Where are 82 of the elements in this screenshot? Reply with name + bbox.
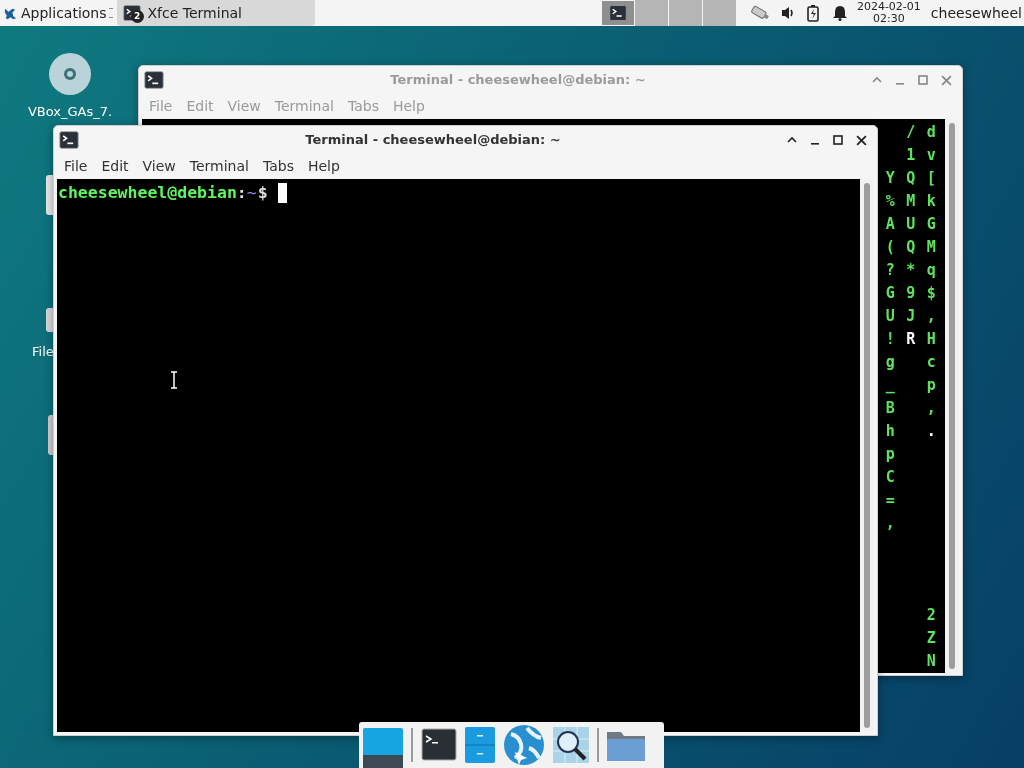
icon-label: File — [32, 344, 54, 360]
window-title: Terminal - cheesewheel@debian: ~ — [304, 131, 562, 150]
matrix-glyph: 2 — [926, 605, 936, 626]
maximize-icon[interactable] — [833, 135, 843, 145]
menu-item[interactable]: File — [58, 156, 94, 177]
matrix-glyph: M — [926, 237, 936, 258]
desktop-icon[interactable] — [363, 728, 403, 768]
prompt-user: cheesewheel@debian — [58, 182, 237, 204]
matrix-glyph: . — [926, 421, 936, 442]
terminal-icon[interactable] — [421, 728, 457, 762]
file-cabinet-icon[interactable] — [465, 727, 495, 763]
matrix-glyph: p — [926, 375, 936, 396]
menu-item[interactable]: Help — [301, 156, 346, 177]
workspace-button[interactable] — [600, 0, 635, 26]
matrix-glyph: , — [885, 513, 895, 534]
magnifier-icon[interactable] — [553, 727, 589, 763]
folder-icon[interactable] — [607, 729, 645, 761]
prompt-path: ~ — [246, 182, 257, 204]
matrix-glyph: = — [885, 490, 895, 511]
matrix-glyph: v — [926, 145, 936, 166]
scrollbar-thumb[interactable] — [864, 183, 870, 728]
matrix-glyph: , — [926, 398, 936, 419]
matrix-glyph: g — [885, 352, 895, 373]
matrix-glyph: G — [885, 283, 895, 304]
matrix-glyph: H — [926, 329, 936, 350]
matrix-glyph: p — [885, 444, 895, 465]
matrix-glyph: * — [906, 260, 916, 281]
matrix-glyph: M — [906, 191, 916, 212]
battery-icon[interactable] — [806, 4, 819, 22]
matrix-glyph: U — [906, 214, 916, 235]
matrix-glyph: h — [885, 421, 895, 442]
matrix-glyph: / — [906, 122, 916, 143]
matrix-glyph: k — [926, 191, 936, 212]
prompt-separator: : — [236, 182, 247, 204]
matrix-glyph: , — [926, 306, 936, 327]
menu-item[interactable]: View — [136, 156, 182, 177]
matrix-glyph: Z — [926, 628, 936, 649]
chevron-up-icon[interactable] — [787, 135, 797, 145]
matrix-glyph: U — [885, 306, 895, 327]
terminal-icon — [59, 130, 79, 150]
matrix-glyph: N — [926, 651, 936, 672]
bell-icon[interactable] — [832, 5, 847, 21]
terminal-icon — [607, 4, 628, 22]
matrix-glyph: [ — [926, 168, 936, 189]
window-title: Terminal - cheesewheel@debian: ~ — [389, 71, 647, 90]
menu-item[interactable]: Terminal — [183, 156, 255, 177]
scrollbar-thumb[interactable] — [949, 123, 955, 669]
matrix-glyph: A — [885, 214, 895, 235]
matrix-glyph: ( — [885, 237, 895, 258]
menu-item[interactable]: Edit — [95, 156, 135, 177]
disc-icon — [48, 52, 92, 96]
matrix-glyph: % — [885, 191, 895, 212]
matrix-glyph: $ — [926, 283, 936, 304]
matrix-glyph: B — [885, 398, 895, 419]
matrix-glyph: Y — [885, 168, 895, 189]
text-cursor — [277, 183, 287, 203]
matrix-glyph: _ — [885, 375, 895, 396]
handle-icon — [108, 8, 113, 18]
matrix-glyph: q — [926, 260, 936, 281]
matrix-glyph: c — [926, 352, 936, 373]
applications-menu[interactable]: Applications — [0, 0, 107, 26]
matrix-glyph: 9 — [906, 283, 916, 304]
terminal-icon — [144, 70, 164, 90]
taskbar-button[interactable]: 2 Xfce Terminal — [116, 0, 315, 26]
matrix-glyph: R — [906, 329, 916, 350]
matrix-glyph: G — [926, 214, 936, 235]
matrix-glyph: C — [885, 467, 895, 488]
matrix-glyph: ! — [885, 329, 895, 350]
menu-item[interactable]: Tabs — [256, 156, 300, 177]
matrix-glyph: ? — [885, 260, 895, 281]
icon-label: VBox_GAs_7. — [27, 103, 113, 121]
matrix-glyph: Q — [906, 237, 916, 258]
close-icon[interactable] — [856, 134, 867, 146]
clock[interactable]: 2024-02-01 02:30 — [856, 1, 921, 25]
i-beam-cursor-icon — [170, 371, 178, 389]
prompt-symbol: $ — [257, 182, 268, 204]
matrix-glyph: Q — [906, 168, 916, 189]
globe-icon[interactable] — [503, 724, 545, 766]
matrix-glyph: d — [926, 122, 936, 143]
matrix-glyph: J — [906, 306, 916, 327]
matrix-glyph: 1 — [906, 145, 916, 166]
user-menu[interactable]: cheesewheel — [930, 2, 1022, 24]
